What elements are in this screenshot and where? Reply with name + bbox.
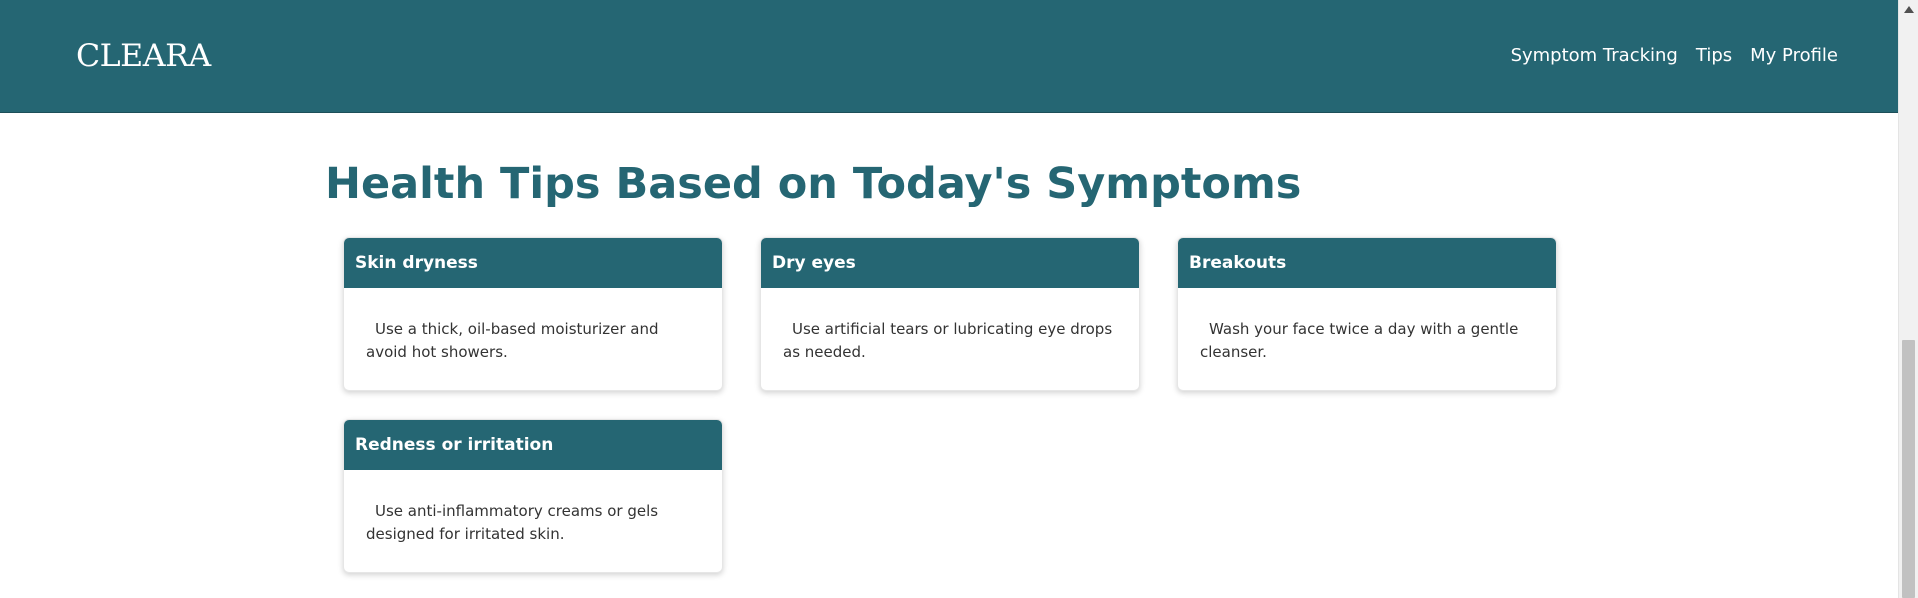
tip-card-text: Use a thick, oil-based moisturizer and a… — [366, 320, 659, 361]
tip-card-breakouts: Breakouts Wash your face twice a day wit… — [1177, 237, 1557, 391]
nav-link-symptom-tracking[interactable]: Symptom Tracking — [1511, 44, 1678, 68]
nav-link-my-profile[interactable]: My Profile — [1750, 44, 1838, 68]
top-navbar: CLEARA Symptom Tracking Tips My Profile — [0, 0, 1898, 113]
tip-card-text: Use artificial tears or lubricating eye … — [783, 320, 1113, 361]
tip-card-text: Use anti-inflammatory creams or gels des… — [366, 502, 659, 543]
tip-card-title: Skin dryness — [344, 238, 722, 288]
tip-card-title: Redness or irritation — [344, 420, 722, 470]
scrollbar-thumb[interactable] — [1902, 340, 1915, 598]
tips-card-grid: Skin dryness Use a thick, oil-based mois… — [343, 237, 1557, 573]
tip-card-title: Dry eyes — [761, 238, 1139, 288]
brand-logo[interactable]: CLEARA — [76, 36, 211, 76]
main-nav: Symptom Tracking Tips My Profile — [1511, 44, 1838, 68]
page-title: Health Tips Based on Today's Symptoms — [325, 159, 1302, 209]
caret-up-icon[interactable] — [1904, 6, 1914, 13]
tip-card-text: Wash your face twice a day with a gentle… — [1200, 320, 1519, 361]
page: CLEARA Symptom Tracking Tips My Profile … — [0, 0, 1918, 598]
tip-card-title: Breakouts — [1178, 238, 1556, 288]
tip-card-dry-eyes: Dry eyes Use artificial tears or lubrica… — [760, 237, 1140, 391]
vertical-scrollbar[interactable] — [1898, 0, 1918, 598]
nav-link-tips[interactable]: Tips — [1696, 44, 1732, 68]
tip-card-skin-dryness: Skin dryness Use a thick, oil-based mois… — [343, 237, 723, 391]
tip-card-redness-irritation: Redness or irritation Use anti-inflammat… — [343, 419, 723, 573]
